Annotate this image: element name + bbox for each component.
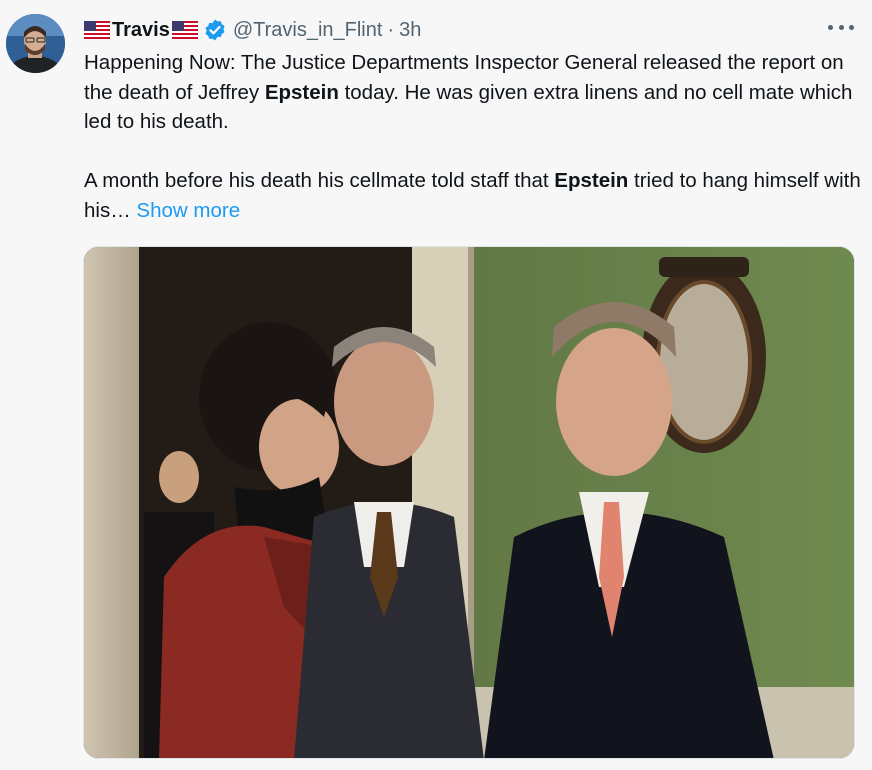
highlighted-term: Epstein xyxy=(264,80,339,104)
tweet-text: Happening Now: The Justice Departments I… xyxy=(84,48,864,225)
user-handle[interactable]: @Travis_in_Flint xyxy=(233,19,383,42)
us-flag-icon xyxy=(171,21,198,39)
more-options-icon[interactable] xyxy=(828,17,854,37)
highlighted-term: Epstein xyxy=(554,169,629,192)
tweet-paragraph-1: Happening Now: The Justice Departments I… xyxy=(84,51,853,133)
tweet-media-photo[interactable] xyxy=(83,246,855,759)
avatar[interactable] xyxy=(6,14,65,73)
us-flag-icon xyxy=(84,21,110,39)
verified-badge-icon[interactable] xyxy=(203,18,227,42)
display-name[interactable]: Travis xyxy=(112,19,170,42)
tweet-paragraph-2: A month before his death his cellmate to… xyxy=(84,169,861,222)
tweet-header: Travis @Travis_in_Flint · 3h xyxy=(84,17,421,43)
tweet[interactable]: Travis @Travis_in_Flint · 3h Happening N… xyxy=(0,0,872,770)
timestamp[interactable]: 3h xyxy=(399,19,421,42)
separator-dot: · xyxy=(387,18,395,41)
show-more-link[interactable]: Show more xyxy=(136,199,240,222)
